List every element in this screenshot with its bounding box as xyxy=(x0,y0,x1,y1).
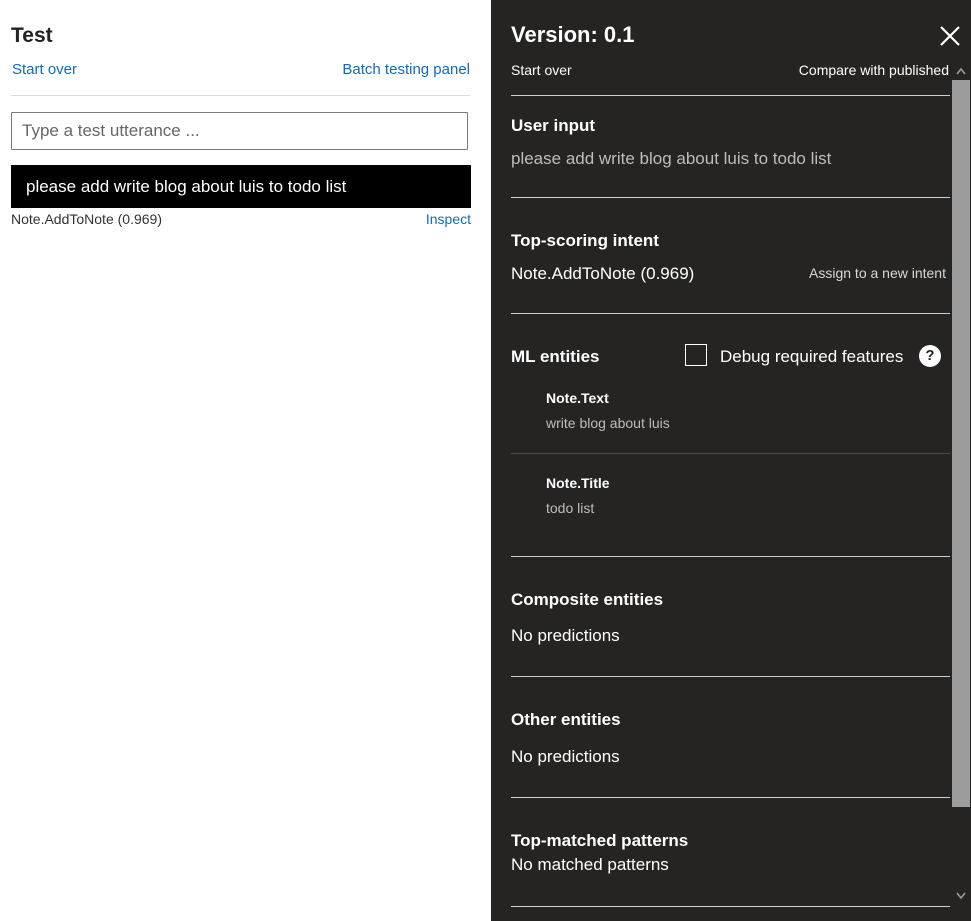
composite-entities-value: No predictions xyxy=(511,626,620,645)
entity-value: todo list xyxy=(546,500,595,516)
start-over-link[interactable]: Start over xyxy=(12,61,77,78)
divider xyxy=(511,556,950,557)
user-input-heading: User input xyxy=(511,116,596,135)
top-matched-patterns-value: No matched patterns xyxy=(511,855,669,874)
inspect-panel: Version: 0.1 Start over Compare with pub… xyxy=(491,0,971,921)
other-entities-value: No predictions xyxy=(511,747,620,766)
divider xyxy=(11,95,470,96)
help-icon[interactable]: ? xyxy=(919,345,941,367)
entity-value: write blog about luis xyxy=(546,415,670,431)
test-panel-title: Test xyxy=(11,24,53,47)
ml-entities-heading: ML entities xyxy=(511,347,600,366)
debug-required-features-checkbox[interactable] xyxy=(685,344,707,366)
utterance-result[interactable]: please add write blog about luis to todo… xyxy=(11,165,471,208)
utterance-text: please add write blog about luis to todo… xyxy=(26,176,347,196)
other-entities-heading: Other entities xyxy=(511,710,621,729)
start-over-button[interactable]: Start over xyxy=(511,62,572,78)
top-intent-result: Note.AddToNote (0.969) xyxy=(11,211,162,227)
entity-name: Note.Title xyxy=(546,475,610,491)
inspect-link[interactable]: Inspect xyxy=(426,211,471,227)
batch-testing-link[interactable]: Batch testing panel xyxy=(342,61,470,78)
test-panel: Test Start over Batch testing panel plea… xyxy=(0,0,491,921)
chevron-up-icon[interactable] xyxy=(955,66,967,76)
debug-required-features-label[interactable]: Debug required features xyxy=(720,347,903,367)
top-scoring-intent-heading: Top-scoring intent xyxy=(511,231,659,250)
chevron-down-icon[interactable] xyxy=(955,891,967,901)
divider xyxy=(511,313,950,314)
compare-with-published-button[interactable]: Compare with published xyxy=(799,62,949,78)
entity-divider xyxy=(511,453,950,454)
version-title: Version: 0.1 xyxy=(511,22,635,47)
divider xyxy=(511,197,950,198)
assign-to-new-intent-button[interactable]: Assign to a new intent xyxy=(809,265,946,281)
test-utterance-input[interactable] xyxy=(11,112,468,150)
divider xyxy=(511,676,950,677)
close-icon[interactable] xyxy=(938,24,962,48)
divider xyxy=(511,906,950,907)
divider xyxy=(511,797,950,798)
top-matched-patterns-heading: Top-matched patterns xyxy=(511,831,689,850)
user-input-value: please add write blog about luis to todo… xyxy=(511,149,832,168)
scrollbar-thumb[interactable] xyxy=(952,80,970,807)
top-scoring-intent-value: Note.AddToNote (0.969) xyxy=(511,264,695,283)
entity-name: Note.Text xyxy=(546,390,609,406)
divider xyxy=(511,95,950,96)
composite-entities-heading: Composite entities xyxy=(511,590,664,609)
